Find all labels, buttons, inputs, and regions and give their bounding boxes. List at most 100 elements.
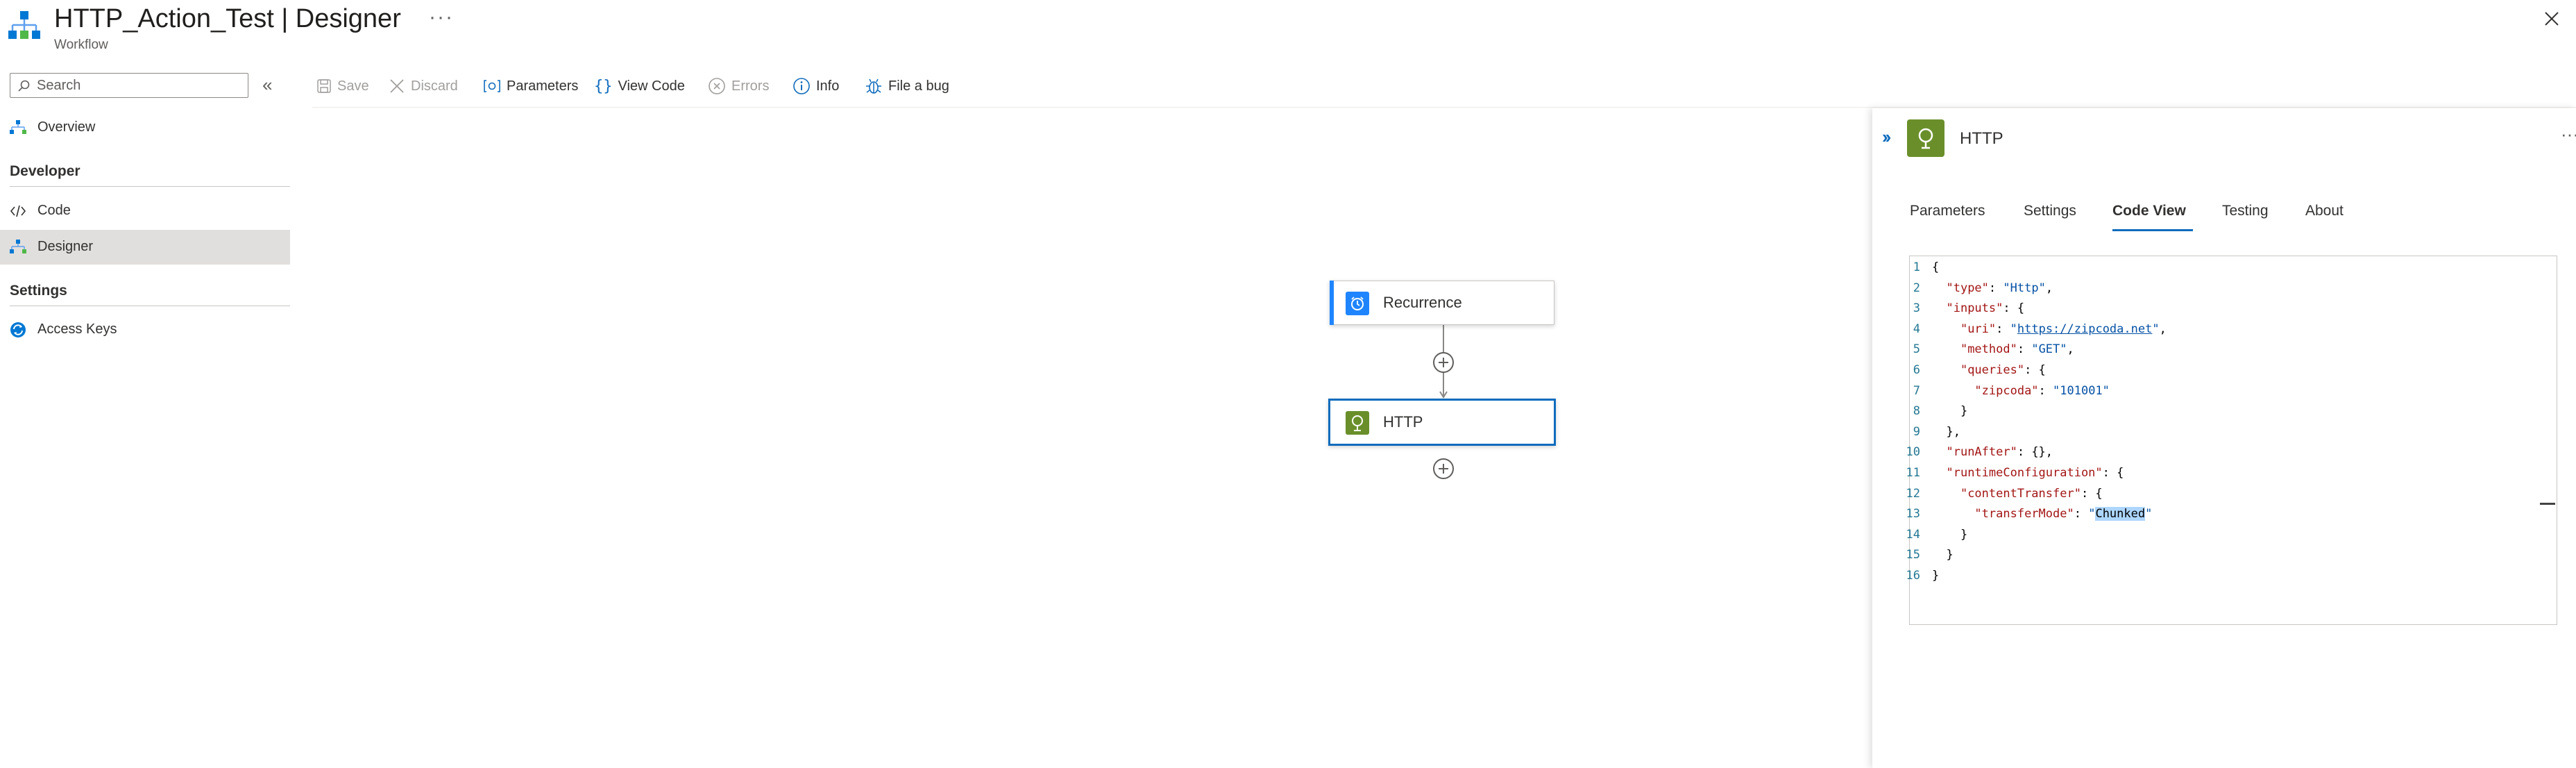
toolbar-divider: [312, 107, 2576, 108]
parameters-icon: [484, 80, 500, 92]
view-code-label: View Code: [618, 78, 685, 94]
collapse-sidebar-button[interactable]: «: [262, 75, 272, 94]
discard-button[interactable]: Discard: [389, 75, 458, 97]
sidebar-item-overview[interactable]: Overview: [0, 110, 290, 145]
add-step-button[interactable]: [1433, 458, 1454, 479]
info-label: Info: [816, 78, 840, 94]
http-globe-icon: [1907, 119, 1944, 157]
editor-scrollbar-marker[interactable]: [2540, 503, 2555, 505]
close-icon[interactable]: [2541, 8, 2562, 29]
code-line: 5 "method": "GET",: [1910, 340, 2555, 360]
errors-label: Errors: [731, 78, 770, 94]
code-line: 11 "runtimeConfiguration": {: [1906, 463, 2555, 484]
code-editor[interactable]: 1{2 "type": "Http", 3 "inputs": {4 "uri":…: [1906, 256, 2557, 625]
code-text: "uri": "https://zipcoda.net",: [1960, 322, 2167, 336]
code-line: 14 }: [1906, 525, 2555, 546]
braces-icon: {}: [594, 77, 613, 95]
section-heading-developer: Developer: [10, 163, 80, 179]
page-subtitle: Workflow: [54, 37, 108, 52]
panel-more-options-button[interactable]: ···: [2561, 124, 2576, 145]
info-icon: [793, 78, 810, 94]
code-line: 8 }: [1910, 401, 2555, 422]
discard-icon: [390, 79, 404, 93]
code-text: }: [1932, 404, 1968, 419]
sidebar-item-designer[interactable]: Designer: [0, 230, 290, 265]
line-number: 8: [1913, 404, 1920, 419]
errors-button[interactable]: Errors: [708, 75, 769, 97]
line-number: 5: [1913, 342, 1920, 357]
line-number: 15: [1906, 548, 1920, 562]
line-number: 1: [1913, 260, 1920, 274]
card-label: Recurrence: [1383, 294, 1462, 311]
globe-icon: [1346, 411, 1369, 435]
line-number: 3: [1913, 301, 1920, 316]
http-action-card[interactable]: HTTP: [1328, 399, 1556, 446]
code-line: 3 "inputs": {: [1910, 299, 2555, 319]
file-bug-button[interactable]: File a bug: [865, 75, 949, 97]
code-line: 1{: [1910, 258, 2555, 278]
line-number: 6: [1913, 363, 1920, 377]
access-keys-icon: [10, 322, 26, 337]
line-number: 11: [1906, 466, 1920, 480]
line-number: 4: [1913, 322, 1920, 336]
designer-icon: [10, 240, 26, 253]
tab-code-view[interactable]: Code View: [2112, 203, 2186, 219]
sidebar-item-label: Code: [37, 203, 71, 218]
save-label: Save: [337, 78, 369, 94]
code-text: },: [1932, 424, 1960, 439]
code-text: "runAfter": {},: [1946, 445, 2053, 460]
recurrence-action-card[interactable]: Recurrence: [1330, 281, 1554, 325]
card-accent-bar: [1330, 281, 1334, 325]
search-input[interactable]: Search: [10, 73, 248, 98]
sidebar-item-label: Designer: [37, 239, 94, 254]
selected-tab-indicator: [2112, 229, 2193, 231]
line-number: 16: [1906, 569, 1920, 583]
save-button[interactable]: Save: [316, 75, 369, 97]
discard-label: Discard: [411, 78, 458, 94]
code-text: "zipcoda": "101001": [1974, 383, 2110, 398]
tab-about[interactable]: About: [2305, 203, 2344, 219]
code-line: 13 "transferMode": "Chunked": [1906, 504, 2555, 525]
panel-title: HTTP: [1960, 129, 2003, 148]
code-line: 7 "zipcoda": "101001": [1910, 381, 2555, 402]
code-line: 6 "queries": {: [1910, 360, 2555, 381]
parameters-label: Parameters: [507, 78, 579, 94]
expand-panel-chevron-icon[interactable]: ››: [1882, 126, 1891, 148]
search-icon: [18, 80, 30, 92]
parameters-button[interactable]: Parameters: [483, 75, 578, 97]
tab-testing[interactable]: Testing: [2222, 203, 2269, 219]
code-text: }: [1932, 569, 1940, 583]
file-bug-label: File a bug: [888, 78, 949, 94]
code-text: {: [1932, 260, 1940, 274]
search-placeholder: Search: [37, 78, 81, 93]
code-line: 2 "type": "Http",: [1910, 278, 2555, 299]
add-step-button[interactable]: [1433, 352, 1454, 373]
workflow-app-icon: [8, 11, 40, 39]
sidebar-item-access-keys[interactable]: Access Keys: [0, 312, 290, 347]
code-line: 12 "contentTransfer": {: [1906, 484, 2555, 505]
more-options-button[interactable]: ···: [429, 6, 454, 29]
line-number: 7: [1913, 383, 1920, 398]
tab-settings[interactable]: Settings: [2024, 203, 2076, 219]
code-text: }: [1932, 548, 1954, 562]
sidebar-item-code[interactable]: Code: [0, 194, 290, 228]
section-heading-settings: Settings: [10, 283, 67, 299]
code-text: "type": "Http",: [1946, 281, 2053, 295]
bug-icon: [866, 78, 881, 94]
code-icon: [10, 205, 26, 217]
info-button[interactable]: Info: [793, 75, 839, 97]
code-line: 9 },: [1910, 422, 2555, 443]
code-text: "contentTransfer": {: [1960, 486, 2103, 501]
view-code-button[interactable]: {} View Code: [594, 75, 685, 97]
code-text: }: [1932, 527, 1968, 542]
tab-parameters[interactable]: Parameters: [1910, 203, 1985, 219]
section-divider: [10, 186, 290, 187]
code-text: "runtimeConfiguration": {: [1946, 466, 2124, 480]
page-title: HTTP_Action_Test | Designer: [54, 4, 401, 33]
sidebar-item-label: Overview: [37, 119, 96, 135]
card-label: HTTP: [1383, 413, 1423, 431]
save-icon: [317, 79, 331, 93]
clock-icon: [1346, 292, 1369, 315]
code-line: 10 "runAfter": {},: [1906, 442, 2555, 463]
error-icon: [709, 78, 725, 94]
